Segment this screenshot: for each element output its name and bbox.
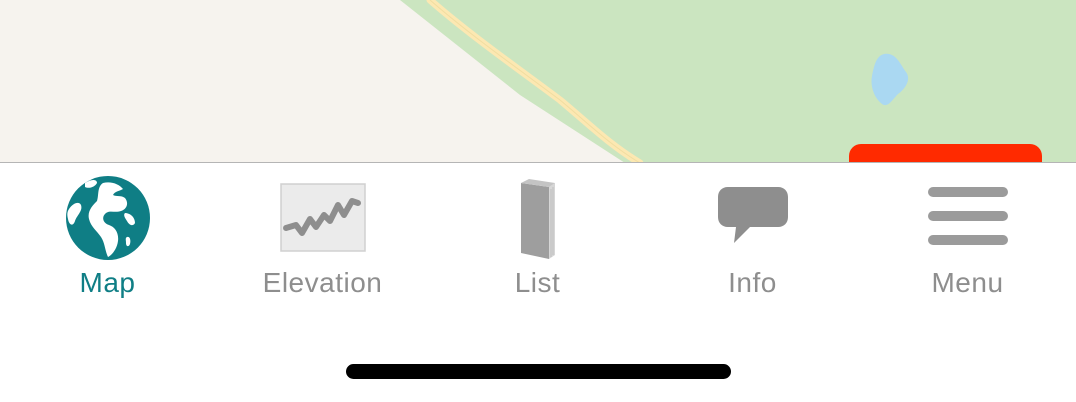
tab-list-label: List	[514, 267, 561, 298]
tab-list[interactable]: List	[430, 163, 645, 313]
map-action-button[interactable]	[849, 144, 1042, 163]
park-area	[400, 0, 1076, 163]
tab-info-label: Info	[728, 267, 777, 298]
tab-map-label: Map	[79, 267, 136, 298]
tab-menu-label: Menu	[931, 267, 1004, 298]
tab-map[interactable]: Map	[0, 163, 215, 313]
app-screen: Map Elevation List Info Menu	[0, 0, 1076, 402]
tab-elevation-label: Elevation	[262, 267, 383, 298]
speech-bubble-icon	[708, 173, 798, 263]
map-view[interactable]	[0, 0, 1076, 163]
home-indicator[interactable]	[346, 364, 731, 379]
book-icon	[493, 173, 583, 263]
globe-icon	[63, 173, 153, 263]
tab-elevation[interactable]: Elevation	[215, 163, 430, 313]
tab-info[interactable]: Info	[645, 163, 860, 313]
map-canvas	[400, 0, 1076, 163]
tab-menu[interactable]: Menu	[860, 163, 1075, 313]
hamburger-menu-icon	[923, 173, 1013, 263]
elevation-chart-icon	[278, 173, 368, 263]
